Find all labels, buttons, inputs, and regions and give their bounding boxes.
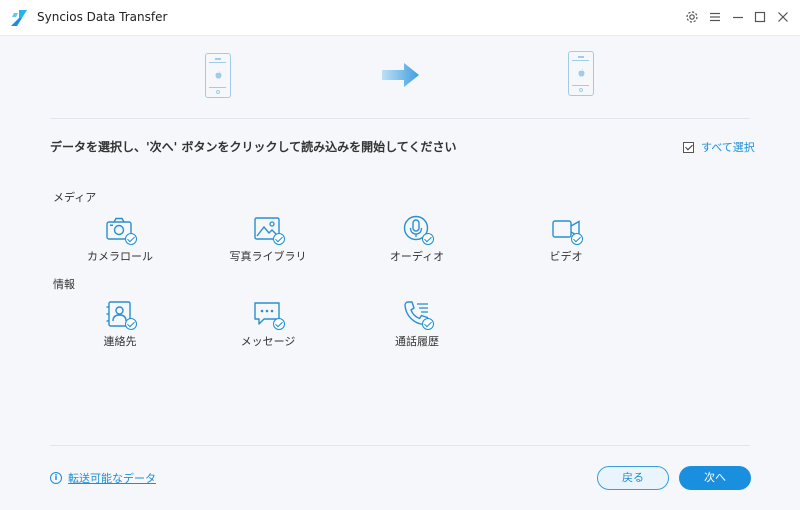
item-label: 連絡先 — [103, 335, 137, 348]
item-label: 通話履歴 — [395, 335, 439, 348]
title-bar: Syncios Data Transfer — [0, 0, 800, 36]
divider — [50, 118, 750, 119]
transfer-arrow-right-icon — [382, 63, 419, 87]
target-device-iphone-icon — [568, 51, 594, 96]
check-circle-icon — [125, 233, 137, 245]
menu-button[interactable] — [707, 9, 723, 25]
check-circle-icon — [125, 318, 137, 330]
check-circle-icon — [422, 233, 434, 245]
close-button[interactable] — [775, 9, 791, 25]
check-circle-icon — [571, 233, 583, 245]
apple-icon — [578, 69, 585, 77]
select-all-label: すべて選択 — [701, 141, 755, 154]
item-label: オーディオ — [389, 250, 445, 263]
divider — [50, 445, 750, 446]
syncios-logo-icon — [11, 10, 27, 26]
next-button[interactable]: 次へ — [679, 466, 751, 490]
transferable-data-link-text[interactable]: 転送可能なデータ — [68, 470, 156, 486]
item-label: 写真ライブラリ — [229, 250, 307, 263]
data-item-camera-roll[interactable]: カメラロール — [60, 215, 180, 264]
window-title: Syncios Data Transfer — [37, 10, 168, 24]
data-item-video[interactable]: ビデオ — [506, 215, 626, 264]
info-icon: i — [50, 472, 62, 484]
apple-icon — [215, 71, 222, 79]
select-all-checkbox[interactable]: すべて選択 — [683, 139, 755, 155]
settings-icon — [686, 11, 698, 23]
check-circle-icon — [422, 318, 434, 330]
check-circle-icon — [273, 233, 285, 245]
close-icon — [778, 12, 788, 22]
maximize-icon — [754, 11, 766, 23]
source-device-iphone-icon — [205, 53, 231, 98]
back-button[interactable]: 戻る — [597, 466, 669, 490]
data-item-audio[interactable]: オーディオ — [357, 215, 477, 264]
data-item-contacts[interactable]: 連絡先 — [60, 300, 180, 349]
data-item-messages[interactable]: メッセージ — [208, 300, 328, 349]
section-label-media: メディア — [53, 191, 97, 204]
checkbox-checked-icon[interactable] — [683, 141, 694, 153]
transferable-data-link[interactable]: i 転送可能なデータ — [50, 470, 156, 486]
maximize-button[interactable] — [752, 9, 768, 25]
minimize-icon — [733, 16, 743, 19]
settings-button[interactable] — [684, 9, 700, 25]
data-item-call-history[interactable]: 通話履歴 — [357, 300, 477, 349]
item-label: カメラロール — [87, 250, 153, 263]
item-label: ビデオ — [549, 250, 583, 263]
menu-icon — [710, 12, 720, 22]
data-item-photo-library[interactable]: 写真ライブラリ — [208, 215, 328, 264]
section-label-info: 情報 — [53, 278, 75, 291]
check-circle-icon — [273, 318, 285, 330]
minimize-button[interactable] — [730, 9, 746, 25]
item-label: メッセージ — [240, 335, 296, 348]
instruction-text: データを選択し、'次へ' ボタンをクリックして読み込みを開始してください — [50, 140, 457, 154]
